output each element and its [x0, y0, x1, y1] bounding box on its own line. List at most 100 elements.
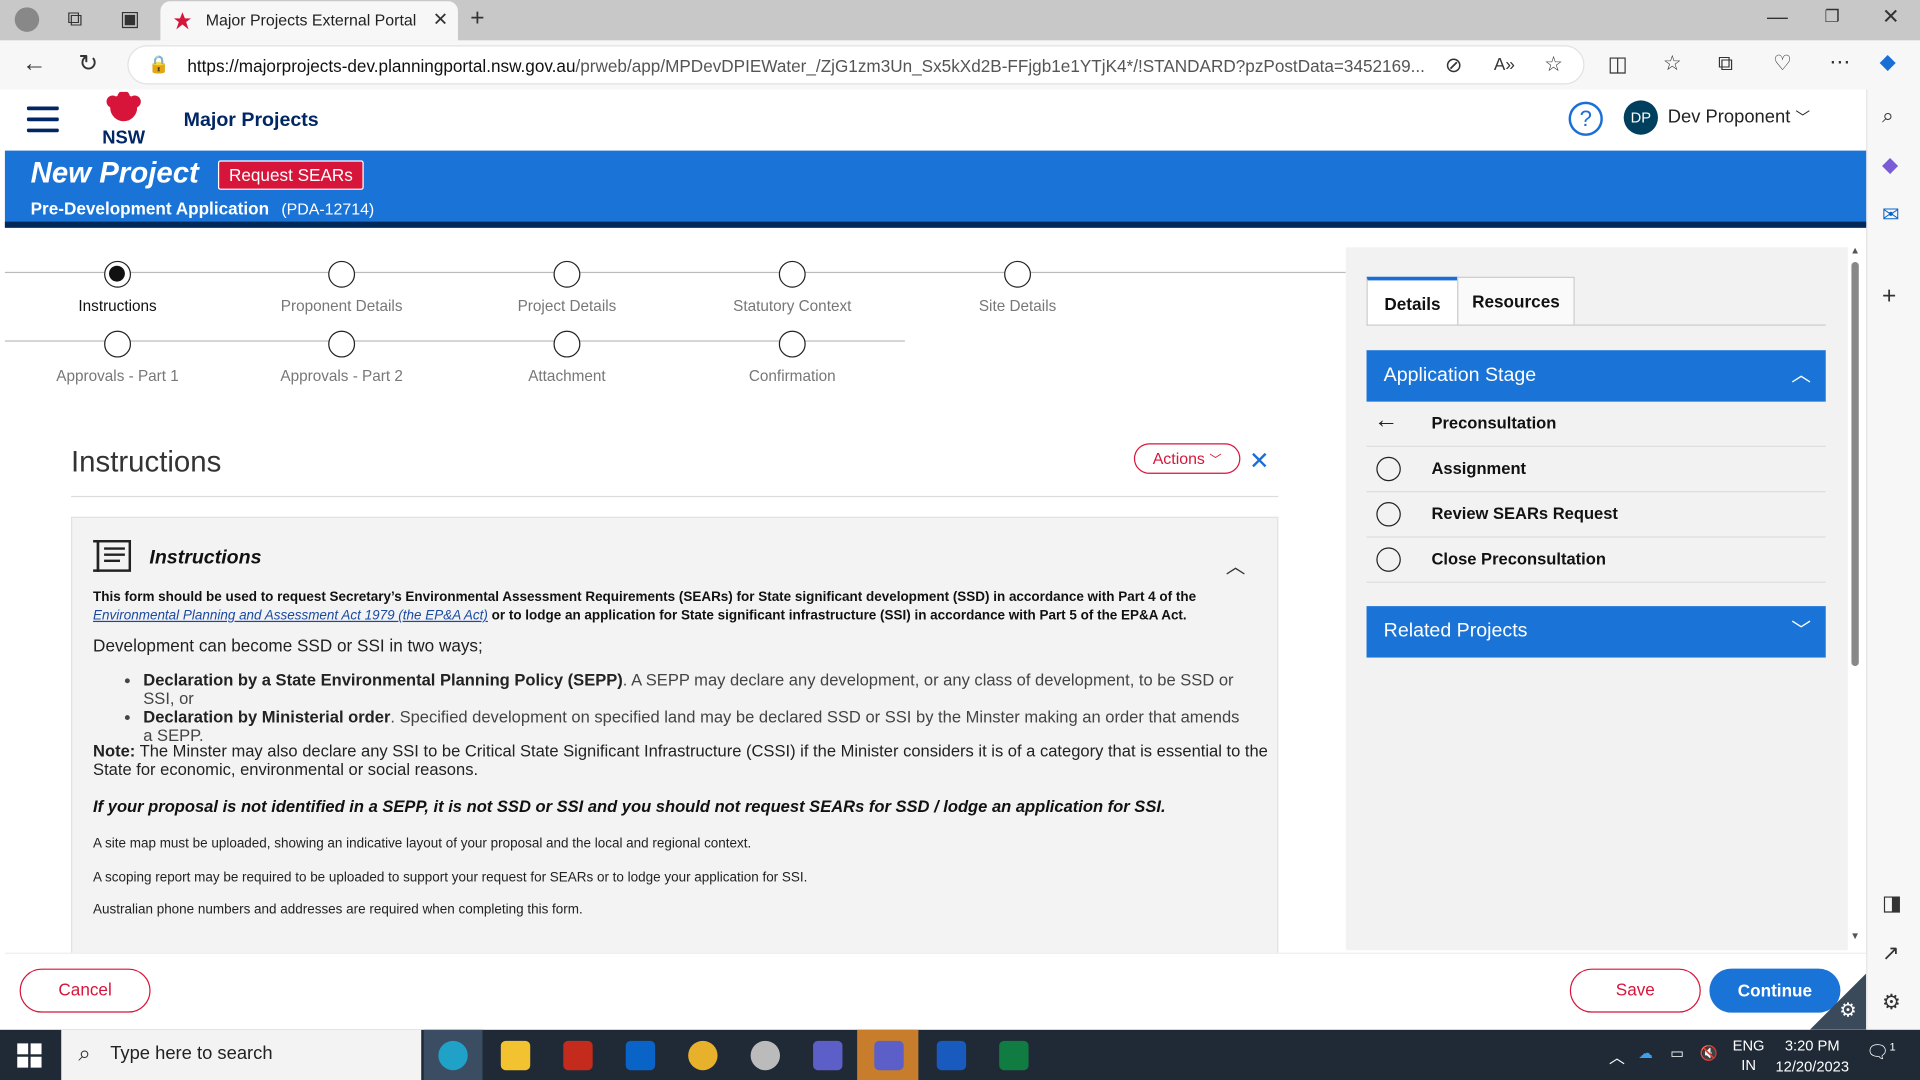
- step-proponent-details[interactable]: Proponent Details: [256, 260, 427, 315]
- search-placeholder: Type here to search: [110, 1043, 273, 1065]
- split-screen-icon[interactable]: ◫: [1608, 53, 1628, 77]
- save-button[interactable]: Save: [1569, 968, 1701, 1013]
- tab-close-icon[interactable]: ✕: [433, 9, 448, 31]
- favorites-icon[interactable]: ☆: [1663, 51, 1682, 75]
- favorite-star-icon[interactable]: ☆: [1544, 53, 1563, 77]
- user-name[interactable]: Dev Proponent ﹀: [1668, 107, 1810, 128]
- help-icon[interactable]: ?: [1568, 101, 1603, 136]
- settings-sidebar-icon[interactable]: ⚙: [1882, 991, 1901, 1015]
- step-confirmation[interactable]: Confirmation: [707, 330, 878, 385]
- window-close-icon[interactable]: ✕: [1882, 5, 1899, 29]
- project-banner: New Project Request SEARs Pre-Developmen…: [4, 150, 1867, 228]
- url-text: https://majorprojects-dev.planningportal…: [187, 56, 1425, 76]
- notification-icon[interactable]: 🗨1: [1866, 1041, 1895, 1063]
- ep-a-act-link[interactable]: Environmental Planning and Assessment Ac…: [93, 609, 488, 624]
- gear-icon[interactable]: ⚙: [1839, 998, 1857, 1022]
- edge-app-icon[interactable]: [438, 1040, 468, 1071]
- refresh-icon[interactable]: ↻: [78, 50, 97, 78]
- tray-chevron-up-icon[interactable]: ︿: [1609, 1044, 1625, 1067]
- stage-assignment: Assignment: [1366, 447, 1826, 493]
- hide-sidebar-icon[interactable]: ◨: [1882, 891, 1902, 915]
- divider: [71, 495, 1279, 498]
- teams-alt-app-icon[interactable]: [874, 1040, 904, 1071]
- step-label: Approvals - Part 2: [280, 367, 403, 385]
- onedrive-icon[interactable]: ☁: [1638, 1044, 1653, 1061]
- chevron-down-icon: ﹀: [1791, 620, 1812, 642]
- volume-muted-icon[interactable]: 🔇: [1700, 1044, 1718, 1061]
- outlook-sidebar-icon[interactable]: ✉: [1882, 203, 1899, 227]
- maximize-icon[interactable]: ❐: [1825, 6, 1840, 27]
- workspaces-icon[interactable]: ⧉: [67, 7, 82, 31]
- application-stage-header[interactable]: Application Stage ︿: [1366, 350, 1826, 402]
- add-sidebar-icon[interactable]: +: [1882, 283, 1896, 311]
- list-item: Declaration by a State Environmental Pla…: [143, 671, 1245, 708]
- open-external-icon[interactable]: ↗: [1882, 942, 1899, 966]
- list-item: Declaration by Ministerial order. Specif…: [143, 708, 1245, 745]
- new-tab-icon[interactable]: +: [470, 5, 484, 33]
- tab-details[interactable]: Details: [1366, 276, 1459, 326]
- windows-start-icon[interactable]: [17, 1043, 42, 1068]
- step-approvals-part-2[interactable]: Approvals - Part 2: [256, 330, 427, 385]
- chevron-down-icon: ﹀: [1209, 454, 1222, 468]
- teams-app-icon[interactable]: [813, 1040, 843, 1071]
- battery-icon[interactable]: ▭: [1670, 1044, 1684, 1061]
- browser-essentials-icon[interactable]: ♡: [1773, 51, 1792, 75]
- language-indicator[interactable]: ENG IN: [1729, 1036, 1768, 1075]
- collections-icon[interactable]: ⧉: [1718, 51, 1733, 75]
- paint-app-icon[interactable]: [750, 1040, 781, 1071]
- clock[interactable]: 3:20 PM 12/20/2023: [1768, 1036, 1856, 1078]
- avatar[interactable]: DP: [1623, 100, 1658, 135]
- step-instructions[interactable]: Instructions: [32, 260, 203, 315]
- lock-icon[interactable]: 🔒: [148, 54, 169, 75]
- browser-tab[interactable]: Major Projects External Portal ✕: [160, 1, 458, 41]
- nsw-logo[interactable]: NSW: [98, 90, 149, 147]
- step-approvals-part-1[interactable]: Approvals - Part 1: [32, 330, 203, 384]
- chevron-up-icon: ︿: [1791, 364, 1812, 386]
- outlook-app-icon[interactable]: [625, 1040, 656, 1071]
- app-header: NSW Major Projects ? DP Dev Proponent ﹀: [0, 89, 1867, 151]
- step-project-details[interactable]: Project Details: [481, 260, 652, 315]
- read-aloud-icon[interactable]: A»: [1494, 54, 1515, 74]
- right-panel: Details Resources Application Stage ︿ ← P…: [1345, 247, 1848, 951]
- stage-circle-icon: [1376, 547, 1401, 572]
- step-attachment[interactable]: Attachment: [481, 330, 652, 384]
- profile-icon[interactable]: [14, 7, 40, 32]
- step-site-details[interactable]: Site Details: [932, 260, 1103, 315]
- chevron-up-icon[interactable]: ︿: [1226, 550, 1246, 579]
- scrollbar-thumb[interactable]: [1851, 262, 1859, 667]
- cancel-button[interactable]: Cancel: [19, 968, 151, 1013]
- copilot-sidebar-icon[interactable]: ◆: [1882, 153, 1898, 177]
- file-explorer-icon[interactable]: [500, 1040, 531, 1071]
- continue-button[interactable]: Continue: [1709, 968, 1841, 1013]
- brand-title[interactable]: Major Projects: [184, 110, 319, 132]
- snip-tool-icon[interactable]: [563, 1040, 593, 1071]
- stage-circle-icon: [1376, 502, 1401, 527]
- actions-button[interactable]: Actions ﹀: [1133, 443, 1241, 474]
- back-icon[interactable]: ←: [22, 50, 46, 78]
- minimize-icon[interactable]: —: [1767, 5, 1788, 29]
- chrome-app-icon[interactable]: [688, 1040, 718, 1071]
- browser-tab-bar: ⧉ ▣ Major Projects External Portal ✕ + —…: [0, 0, 1920, 41]
- scrollbar[interactable]: ▲ ▼: [1849, 245, 1861, 950]
- vertical-tabs-icon[interactable]: ▣: [120, 7, 140, 31]
- step-statutory-context[interactable]: Statutory Context: [707, 260, 878, 315]
- related-projects-header[interactable]: Related Projects ﹀: [1366, 606, 1826, 658]
- hamburger-menu-icon[interactable]: [26, 106, 59, 133]
- step-label: Confirmation: [748, 367, 836, 385]
- phone-address-text: Australian phone numbers and addresses a…: [93, 902, 583, 918]
- copilot-icon[interactable]: ◆: [1880, 50, 1896, 74]
- search-sidebar-icon[interactable]: ⌕: [1882, 104, 1894, 128]
- tracking-prevention-icon[interactable]: ⊘: [1445, 54, 1462, 78]
- more-menu-icon[interactable]: ⋯: [1829, 50, 1850, 74]
- address-bar[interactable]: 🔒 https://majorprojects-dev.planningport…: [127, 45, 1585, 85]
- scroll-up-icon[interactable]: ▲: [1850, 245, 1860, 256]
- excel-app-icon[interactable]: [999, 1040, 1029, 1071]
- taskbar-search[interactable]: ⌕ Type here to search: [61, 1029, 422, 1080]
- edge-sidebar: ⌕ ◆ ✉ + ◨ ↗ ⚙: [1866, 89, 1920, 1030]
- step-indicator: [328, 260, 356, 288]
- close-icon[interactable]: ✕: [1249, 446, 1270, 477]
- word-app-icon[interactable]: [936, 1040, 967, 1071]
- panel-tabs: Details Resources: [1366, 276, 1826, 326]
- scroll-down-icon[interactable]: ▼: [1850, 931, 1860, 942]
- tab-resources[interactable]: Resources: [1457, 276, 1575, 326]
